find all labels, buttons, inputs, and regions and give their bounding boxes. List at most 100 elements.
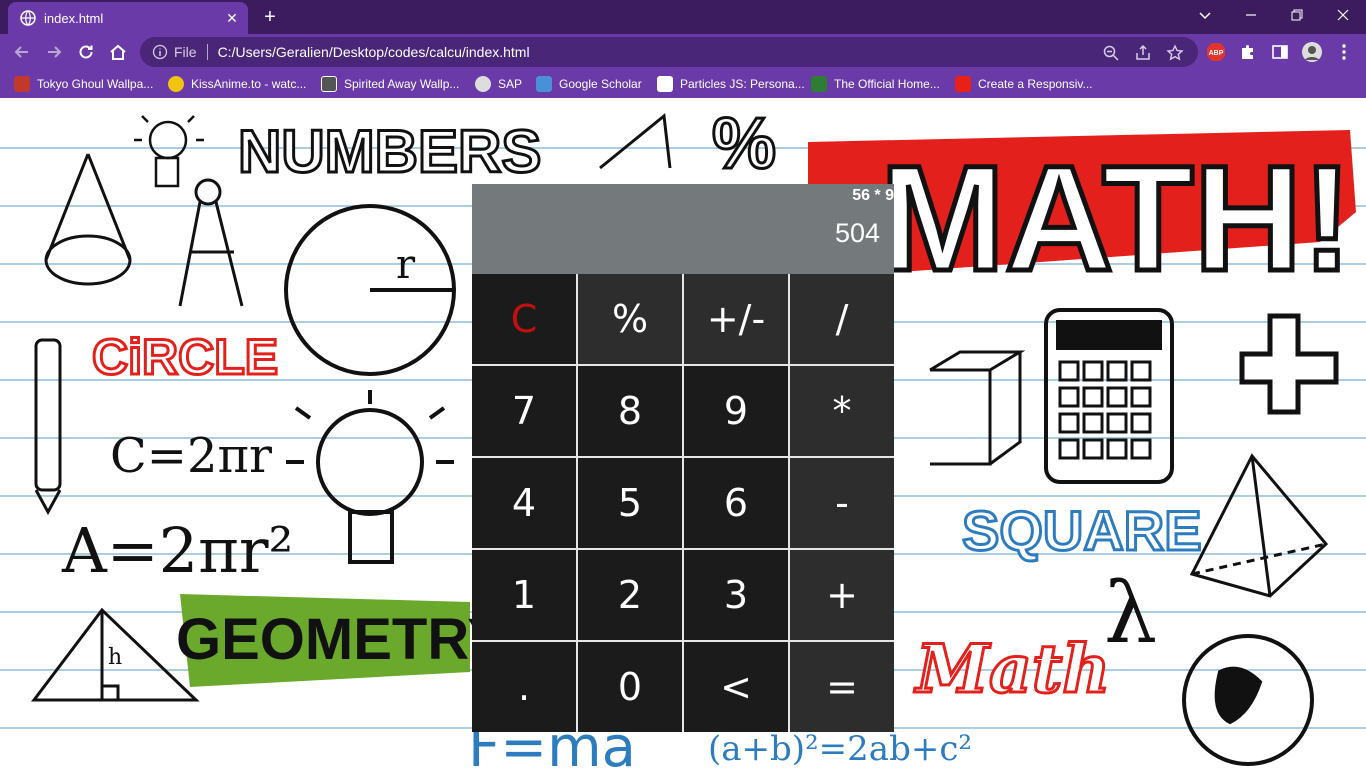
close-tab-icon[interactable]: ✕ [220,6,244,30]
bookmark-label: Particles JS: Persona... [680,77,805,91]
calculator: 56 * 9 504 C % +/- / 7 8 9 * 4 5 6 - 1 2… [472,184,894,732]
minimize-icon [1246,14,1256,16]
restore-button[interactable] [1274,0,1320,30]
pyramid-drawing [1189,453,1329,598]
more-vert-icon [1342,44,1346,60]
profile-button[interactable] [1300,40,1324,64]
browser-toolbar: File C:/Users/Geralien/Desktop/codes/cal… [0,34,1366,70]
minimize-button[interactable] [1228,0,1274,30]
adblock-icon: ABP [1207,43,1225,61]
bookmark-label: Spirited Away Wallp... [344,77,460,91]
close-window-button[interactable] [1320,0,1366,30]
reload-icon [79,45,93,59]
digit-4-button[interactable]: 4 [472,458,576,548]
info-icon[interactable] [152,44,168,60]
forward-button[interactable] [40,38,68,66]
cube-drawing [929,350,1026,466]
percent-symbol: % [712,104,776,184]
backspace-button[interactable]: < [684,642,788,732]
digit-3-button[interactable]: 3 [684,550,788,640]
globe-icon [20,10,36,26]
url-text[interactable]: C:/Users/Geralien/Desktop/codes/calcu/in… [218,44,530,60]
zoom-icon[interactable] [1102,44,1120,62]
add-button[interactable]: + [790,550,894,640]
bookmark-label: SAP [498,77,523,91]
digit-1-button[interactable]: 1 [472,550,576,640]
reload-button[interactable] [72,38,100,66]
menu-button[interactable] [1332,40,1356,64]
scholar-icon [536,76,552,92]
bookmarks-bar: Tokyo Ghoul Wallpa... KissAnime.to - wat… [0,70,1366,98]
digit-8-button[interactable]: 8 [578,366,682,456]
back-button[interactable] [8,38,36,66]
calculator-doodle [1044,308,1174,484]
bookmark-item[interactable]: Particles JS: Persona... [657,75,805,93]
math-word: MATH! [880,134,1352,302]
side-panel-button[interactable] [1268,40,1292,64]
avatar [1302,42,1322,62]
subtract-button[interactable]: - [790,458,894,548]
page-viewport: NUMBERS MATH! CiRCLE SQUARE GEOMETRY Mat… [0,102,1366,768]
decimal-button[interactable]: . [472,642,576,732]
kissanime-icon [168,76,184,92]
anime-icon [14,76,30,92]
formula-circumference: C=2πr [110,428,272,484]
bookmark-label: Tokyo Ghoul Wallpa... [37,77,154,91]
digit-0-button[interactable]: 0 [578,642,682,732]
plus-doodle [1239,313,1339,415]
bookmark-item[interactable]: Google Scholar [536,75,642,93]
geometry-word: GEOMETRY [176,607,506,672]
square-word: SQUARE [962,499,1202,562]
globe-icon [475,76,491,92]
bookmark-item[interactable]: Create a Responsiv... [955,75,1093,93]
globe-drawing [1182,634,1314,766]
pen-drawing [34,338,62,516]
divide-button[interactable]: / [790,274,894,364]
radius-circle-drawing: r [284,204,456,376]
digit-5-button[interactable]: 5 [578,458,682,548]
tab-index-html[interactable]: index.html ✕ [8,2,248,34]
digit-2-button[interactable]: 2 [578,550,682,640]
bookmark-item[interactable]: The Official Home... [811,75,940,93]
big-lightbulb-drawing [286,390,454,564]
youtube-icon [955,76,971,92]
adblock-extension[interactable]: ABP [1204,40,1228,64]
home-button[interactable] [104,38,132,66]
extensions-button[interactable] [1236,40,1260,64]
bookmark-item[interactable]: Tokyo Ghoul Wallpa... [14,75,153,93]
equals-button[interactable]: = [790,642,894,732]
svg-text:r: r [396,242,416,288]
tab-strip: index.html ✕ + [0,0,1366,34]
url-scheme: File [174,44,197,60]
arrow-right-icon [48,46,62,58]
digit-9-button[interactable]: 9 [684,366,788,456]
sign-toggle-button[interactable]: +/- [684,274,788,364]
keypad: C % +/- / 7 8 9 * 4 5 6 - 1 2 3 + . 0 < … [472,274,894,732]
star-icon[interactable] [1166,44,1184,62]
digit-6-button[interactable]: 6 [684,458,788,548]
restore-icon [1291,9,1303,21]
divider [206,44,208,60]
share-icon[interactable] [1134,44,1152,62]
bookmark-item[interactable]: KissAnime.to - watc... [168,75,306,93]
percent-button[interactable]: % [578,274,682,364]
clear-button[interactable]: C [472,274,576,364]
puzzle-icon [1242,45,1253,59]
hd-icon [321,76,337,92]
lightbulb-icon [134,115,204,188]
tab-search-button[interactable] [1182,0,1228,30]
arrow-left-icon [14,46,28,58]
digit-7-button[interactable]: 7 [472,366,576,456]
expression-text: 56 * 9 [852,187,894,204]
chevron-down-icon [1199,12,1211,20]
close-icon [1337,9,1349,21]
new-tab-button[interactable]: + [258,5,282,29]
ruler-drawing [599,113,672,170]
bookmark-item[interactable]: Spirited Away Wallp... [321,75,459,93]
address-bar[interactable]: File C:/Users/Geralien/Desktop/codes/cal… [140,37,1198,67]
triangle-drawing: h [30,607,200,702]
result-text: 504 [834,218,880,248]
multiply-button[interactable]: * [790,366,894,456]
bookmark-item[interactable]: SAP [475,75,522,93]
math-script-word: Math [914,630,1110,708]
